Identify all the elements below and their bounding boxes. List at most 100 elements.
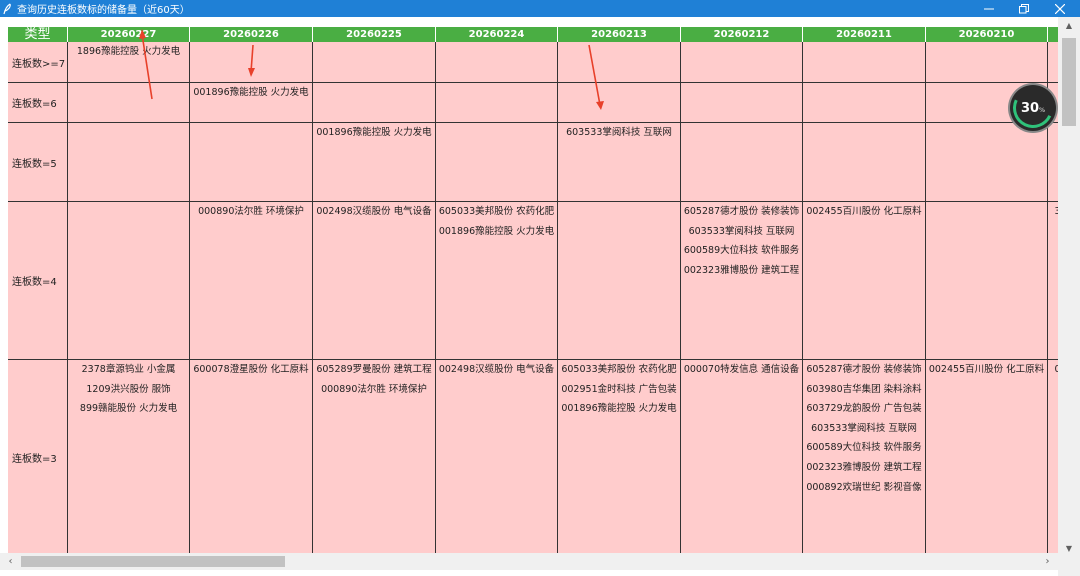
table-cell[interactable]: 000070特发信息 通信设备 (681, 360, 803, 555)
stock-entry[interactable]: 605289罗曼股份 建筑工程 (313, 364, 435, 384)
header-date[interactable]: 20260224 (436, 27, 558, 42)
header-date[interactable]: 20260212 (681, 27, 803, 42)
table-cell[interactable] (926, 123, 1048, 201)
table-cell[interactable] (681, 83, 803, 122)
table-cell[interactable]: 603533掌阅科技 互联网 (558, 123, 681, 201)
scroll-right-icon[interactable]: › (1039, 553, 1056, 570)
stock-entry[interactable]: 605033美邦股份 农药化肥 (558, 364, 680, 384)
table-cell[interactable]: 001896豫能控股 火力发电 (313, 123, 436, 201)
stock-entry[interactable]: 001896豫能控股 火力发电 (190, 87, 312, 107)
stock-entry[interactable]: 002455百川股份 化工原料 (926, 364, 1047, 384)
vertical-scrollbar[interactable]: ▲ ▼ (1058, 17, 1080, 557)
row-label: 连板数=5 (8, 123, 68, 201)
scroll-left-icon[interactable]: ‹ (2, 553, 19, 570)
header-date[interactable]: 20260227 (68, 27, 190, 42)
horizontal-scrollbar[interactable]: ‹ › (0, 553, 1058, 570)
table-cell[interactable]: 1896豫能控股 火力发电 (68, 42, 190, 82)
stock-entry[interactable]: 603980吉华集团 染料涂料 (803, 384, 925, 404)
table-cell[interactable]: 605033美邦股份 农药化肥 001896豫能控股 火力发电 (436, 202, 558, 359)
stock-entry[interactable]: 600589大位科技 软件服务 (681, 245, 802, 265)
table-cell[interactable] (68, 202, 190, 359)
stock-entry[interactable]: 605287德才股份 装修装饰 (681, 206, 802, 226)
stock-entry[interactable]: 002498汉缆股份 电气设备 (436, 364, 557, 384)
scroll-up-icon[interactable]: ▲ (1058, 17, 1080, 34)
table-cell[interactable] (436, 123, 558, 201)
row-label: 连板数=4 (8, 202, 68, 359)
stock-entry[interactable]: 600078澄星股份 化工原料 (190, 364, 312, 384)
header-date[interactable]: 20260226 (190, 27, 313, 42)
stock-entry[interactable]: 002323雅博股份 建筑工程 (681, 265, 802, 285)
table-cell[interactable]: 002455百川股份 化工原料 (803, 202, 926, 359)
stock-entry[interactable]: 001896豫能控股 火力发电 (313, 127, 435, 147)
stock-entry[interactable]: 1209洪兴股份 服饰 (68, 384, 189, 404)
table-cell[interactable] (436, 42, 558, 82)
table-cell[interactable] (190, 42, 313, 82)
table-cell[interactable] (313, 42, 436, 82)
table-row: 连板数=5 001896豫能控股 火力发电 603533掌阅科技 互联网 (8, 123, 1068, 202)
table-cell[interactable] (558, 42, 681, 82)
stock-entry[interactable]: 002498汉缆股份 电气设备 (313, 206, 435, 226)
close-button[interactable] (1043, 0, 1077, 17)
header-date[interactable]: 20260213 (558, 27, 681, 42)
stock-entry[interactable]: 600589大位科技 软件服务 (803, 442, 925, 462)
table-cell[interactable] (803, 123, 926, 201)
table-cell[interactable]: 605287德才股份 装修装饰 603533掌阅科技 互联网 600589大位科技 … (681, 202, 803, 359)
header-type[interactable]: 类型 (8, 27, 68, 42)
stock-entry[interactable]: 001896豫能控股 火力发电 (436, 226, 557, 246)
scroll-corner (1058, 553, 1080, 576)
table-cell[interactable]: 002498汉缆股份 电气设备 (313, 202, 436, 359)
table-cell[interactable] (313, 83, 436, 122)
table-cell[interactable] (436, 83, 558, 122)
restore-button[interactable] (1007, 0, 1041, 17)
stock-entry[interactable]: 1896豫能控股 火力发电 (68, 46, 189, 66)
table-cell[interactable] (926, 202, 1048, 359)
stock-entry[interactable]: 603533掌阅科技 互联网 (558, 127, 680, 147)
table-cell[interactable] (803, 42, 926, 82)
stock-entry[interactable]: 002951金时科技 广告包装 (558, 384, 680, 404)
stock-entry[interactable]: 002455百川股份 化工原料 (803, 206, 925, 226)
window-title: 查询历史连板数标的储备量（近60天） (17, 5, 190, 16)
header-date[interactable]: 20260210 (926, 27, 1048, 42)
stock-entry[interactable]: 899赣能股份 火力发电 (68, 403, 189, 423)
table-cell[interactable]: 002498汉缆股份 电气设备 (436, 360, 558, 555)
table-cell[interactable] (681, 123, 803, 201)
stock-entry[interactable]: 001896豫能控股 火力发电 (558, 403, 680, 423)
stock-entry[interactable]: 605287德才股份 装修装饰 (803, 364, 925, 384)
row-label: 连板数=6 (8, 83, 68, 122)
minimize-button[interactable] (972, 0, 1006, 17)
table-cell[interactable]: 605033美邦股份 农药化肥 002951金时科技 广告包装 001896豫能控股… (558, 360, 681, 555)
stock-entry[interactable]: 605033美邦股份 农药化肥 (436, 206, 557, 226)
table-row: 连板数=4 000890法尔胜 环境保护 002498汉缆股份 电气设备 605033… (8, 202, 1068, 360)
stock-entry[interactable]: 000890法尔胜 环境保护 (313, 384, 435, 404)
stock-entry[interactable]: 603533掌阅科技 互联网 (803, 423, 925, 443)
stock-entry[interactable]: 603729龙韵股份 广告包装 (803, 403, 925, 423)
table-cell[interactable]: 605287德才股份 装修装饰 603980吉华集团 染料涂料 603729龙韵股份… (803, 360, 926, 555)
stock-entry[interactable]: 002323雅博股份 建筑工程 (803, 462, 925, 482)
table-cell[interactable] (68, 83, 190, 122)
table-cell[interactable] (190, 123, 313, 201)
stock-entry[interactable]: 000892欢瑞世纪 影视音像 (803, 482, 925, 502)
table-cell[interactable]: 2378章源钨业 小金属 1209洪兴股份 服饰 899赣能股份 火力发电 (68, 360, 190, 555)
table-cell[interactable] (68, 123, 190, 201)
stock-entry[interactable]: 000070特发信息 通信设备 (681, 364, 802, 384)
horizontal-scroll-thumb[interactable] (21, 556, 285, 567)
vertical-scroll-thumb[interactable] (1062, 38, 1076, 126)
table-cell[interactable] (803, 83, 926, 122)
row-label: 连板数=3 (8, 360, 68, 555)
stock-entry[interactable]: 000890法尔胜 环境保护 (190, 206, 312, 226)
table-cell[interactable] (681, 42, 803, 82)
table-cell[interactable]: 000890法尔胜 环境保护 (190, 202, 313, 359)
table-cell[interactable] (558, 202, 681, 359)
header-date[interactable]: 20260225 (313, 27, 436, 42)
progress-badge[interactable]: 30% (1007, 82, 1059, 134)
stock-entry[interactable]: 603533掌阅科技 互联网 (681, 226, 802, 246)
table-cell[interactable]: 002455百川股份 化工原料 (926, 360, 1048, 555)
table-cell[interactable]: 605289罗曼股份 建筑工程 000890法尔胜 环境保护 (313, 360, 436, 555)
table-cell[interactable]: 001896豫能控股 火力发电 (190, 83, 313, 122)
table-cell[interactable]: 600078澄星股份 化工原料 (190, 360, 313, 555)
table-cell[interactable] (558, 83, 681, 122)
stock-entry[interactable]: 2378章源钨业 小金属 (68, 364, 189, 384)
header-date[interactable]: 20260211 (803, 27, 926, 42)
row-label: 连板数>=7 (8, 42, 68, 82)
table-cell[interactable] (926, 42, 1048, 82)
